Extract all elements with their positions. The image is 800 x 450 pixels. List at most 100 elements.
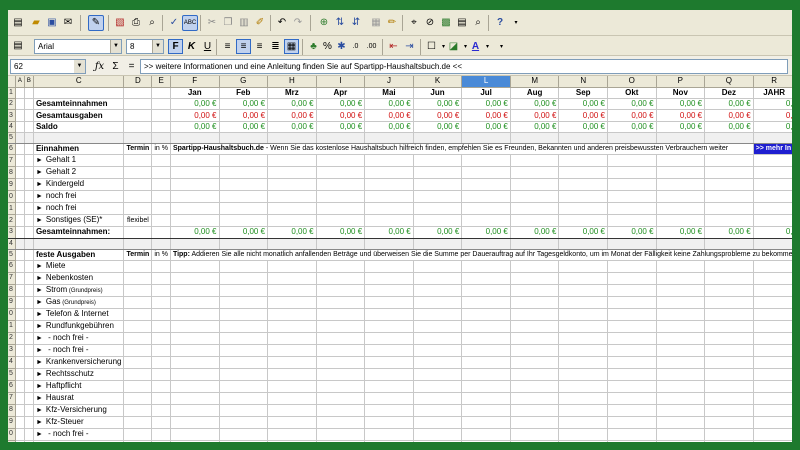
cell[interactable] (558, 332, 608, 345)
cell[interactable] (704, 178, 754, 192)
cell[interactable] (413, 214, 463, 228)
value-cell[interactable]: 0,00 € (607, 109, 657, 122)
value-cell[interactable]: 0,00 € (219, 121, 269, 133)
cell[interactable] (364, 404, 414, 417)
cell[interactable] (704, 368, 754, 381)
income-label[interactable]: ► Sonstiges (SE)* (33, 214, 125, 228)
cell[interactable] (364, 214, 414, 228)
cell[interactable] (461, 154, 511, 168)
cell[interactable] (267, 440, 317, 442)
cell[interactable] (316, 272, 366, 285)
cell[interactable] (15, 380, 25, 393)
currency-format-icon[interactable]: ♣ (306, 39, 321, 54)
cell[interactable] (704, 166, 754, 180)
cell[interactable] (219, 416, 269, 429)
cell[interactable] (24, 178, 34, 192)
cell[interactable] (219, 368, 269, 381)
row-header[interactable]: 3 (8, 109, 16, 122)
cell[interactable] (753, 178, 792, 192)
cell[interactable] (753, 416, 792, 429)
cell[interactable] (656, 392, 706, 405)
cell[interactable] (15, 404, 25, 417)
standard-format-icon[interactable]: ✱ (334, 39, 349, 54)
income-label[interactable]: ► Gehalt 2 (33, 166, 125, 180)
expense-label[interactable]: ► - noch frei - (33, 428, 125, 441)
cell[interactable] (219, 154, 269, 168)
cell[interactable] (24, 368, 34, 381)
cell[interactable] (24, 308, 34, 321)
cell[interactable] (364, 428, 414, 441)
value-cell[interactable]: 0,00 € (461, 109, 511, 122)
cell[interactable] (753, 166, 792, 180)
cell[interactable] (656, 272, 706, 285)
column-header-h[interactable]: H (267, 76, 317, 88)
expense-label[interactable]: ► Rundfunkgebühren (33, 320, 125, 333)
cell[interactable] (461, 344, 511, 357)
cell[interactable] (558, 320, 608, 333)
cell[interactable] (461, 428, 511, 441)
cell[interactable] (123, 356, 153, 369)
cell[interactable] (558, 272, 608, 285)
column-header-p[interactable]: P (656, 76, 706, 88)
cell[interactable] (461, 368, 511, 381)
cell[interactable] (413, 260, 463, 273)
cell[interactable] (151, 296, 171, 309)
value-cell[interactable]: 0,00 € (656, 109, 706, 122)
cell[interactable] (364, 190, 414, 204)
value-cell[interactable]: 0,00 € (219, 98, 269, 111)
toolbar-options-icon[interactable]: ▾ (494, 39, 509, 54)
value-cell[interactable]: 0,00 € (170, 109, 220, 122)
value-cell[interactable]: 0,00 € (316, 121, 366, 133)
cell[interactable] (461, 356, 511, 369)
cell[interactable] (656, 344, 706, 357)
cell[interactable] (123, 332, 153, 345)
cell[interactable] (704, 404, 754, 417)
value-cell[interactable]: 0,00 € (219, 226, 269, 239)
cell[interactable] (123, 428, 153, 441)
cell[interactable] (219, 178, 269, 192)
cell[interactable] (704, 356, 754, 369)
cell[interactable] (170, 214, 220, 228)
font-size-select[interactable]: 8 ▼ (126, 39, 164, 54)
cell[interactable] (123, 320, 153, 333)
cell[interactable] (123, 284, 153, 297)
cell[interactable] (364, 154, 414, 168)
decrease-indent-icon[interactable]: ⇤ (386, 39, 401, 54)
cell[interactable] (753, 214, 792, 228)
merge-cells-icon[interactable]: ▦ (284, 39, 299, 54)
sort-descending-icon[interactable]: ⇵ (348, 15, 364, 31)
cell[interactable] (123, 392, 153, 405)
cell[interactable] (151, 344, 171, 357)
column-header-m[interactable]: M (510, 76, 560, 88)
cell[interactable] (170, 368, 220, 381)
column-header-b[interactable]: B (24, 76, 34, 88)
cell[interactable] (219, 380, 269, 393)
cell[interactable] (607, 308, 657, 321)
value-cell[interactable]: 0,00 € (413, 98, 463, 111)
cell[interactable] (267, 320, 317, 333)
cell[interactable] (151, 368, 171, 381)
cell[interactable] (510, 428, 560, 441)
cell[interactable] (170, 272, 220, 285)
cell[interactable] (753, 202, 792, 216)
row-header[interactable]: 5 (8, 248, 16, 261)
italic-icon[interactable]: K (184, 39, 199, 54)
formula-input[interactable]: >> weitere Informationen und eine Anleit… (140, 59, 788, 74)
cell[interactable] (413, 178, 463, 192)
cell[interactable] (24, 284, 34, 297)
cell[interactable] (170, 260, 220, 273)
cell[interactable] (413, 440, 463, 442)
cell[interactable] (510, 416, 560, 429)
chevron-down-icon[interactable]: ▼ (110, 40, 121, 53)
cell[interactable] (558, 380, 608, 393)
cell[interactable] (607, 428, 657, 441)
cell[interactable] (704, 272, 754, 285)
cell[interactable] (15, 428, 25, 441)
cell[interactable] (219, 166, 269, 180)
cell[interactable] (413, 272, 463, 285)
expense-label[interactable]: ► Haftpflicht (33, 380, 125, 393)
sum-icon[interactable]: Σ (108, 59, 123, 74)
format-paintbrush-icon[interactable]: ✐ (252, 15, 268, 31)
cell[interactable] (510, 284, 560, 297)
cell[interactable] (461, 166, 511, 180)
